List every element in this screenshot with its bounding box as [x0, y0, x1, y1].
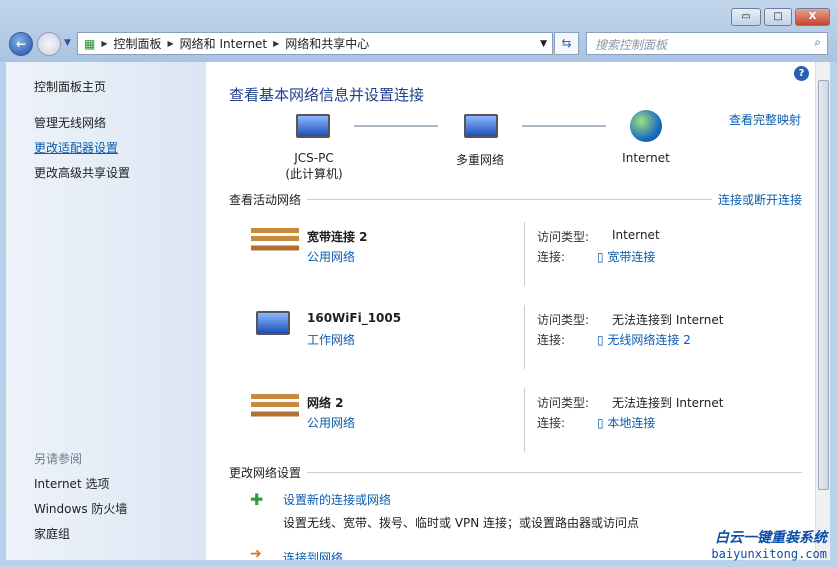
help-icon[interactable]: ? [794, 66, 809, 81]
network-name: 网络 2 [307, 396, 344, 410]
divider [524, 388, 525, 452]
network-type-link[interactable]: 工作网络 [307, 331, 355, 348]
access-type-value: 无法连接到 Internet [612, 313, 724, 327]
search-icon[interactable]: ⌕ [814, 35, 821, 50]
maximize-button[interactable]: □ [764, 8, 792, 26]
connection-label: 连接: [537, 250, 566, 264]
network-row: 网络 2 公用网络 访问类型: 无法连接到 Internet 连接: ▯ 本地连… [206, 388, 815, 458]
multiple-networks-icon [464, 114, 498, 138]
divider [524, 305, 525, 369]
network-type-link[interactable]: 公用网络 [307, 414, 355, 431]
map-pc-label: JCS-PC (此计算机) [285, 151, 343, 181]
see-also-homegroup[interactable]: 家庭组 [34, 525, 70, 542]
network-name: 160WiFi_1005 [307, 311, 402, 325]
connection-line [354, 125, 438, 127]
close-button[interactable]: X [795, 8, 830, 26]
access-type-value: Internet [612, 228, 660, 242]
connect-disconnect-link[interactable]: 连接或断开连接 [718, 191, 802, 208]
recent-pages-dropdown[interactable]: ▼ [64, 38, 71, 48]
access-type-label: 访问类型: [537, 313, 590, 327]
map-middle-label: 多重网络 [455, 153, 504, 167]
sidebar-home[interactable]: 控制面板主页 [34, 78, 106, 95]
computer-icon [296, 114, 330, 138]
connection-link[interactable]: ▯ 本地连接 [597, 414, 655, 431]
globe-icon [630, 110, 662, 142]
setup-connection-desc: 设置无线、宽带、拨号、临时或 VPN 连接；或设置路由器或访问点 [283, 516, 640, 530]
main-panel: ? 查看基本网络信息并设置连接 查看完整映射 JCS-PC (此计算机) 多重网络… [206, 62, 815, 565]
network-row: 160WiFi_1005 工作网络 访问类型: 无法连接到 Internet 连… [206, 305, 815, 375]
network-type-link[interactable]: 公用网络 [307, 248, 355, 265]
forward-button[interactable] [37, 32, 61, 56]
access-type-value: 无法连接到 Internet [612, 396, 724, 410]
public-network-icon [251, 394, 299, 426]
breadcrumb-item[interactable]: 控制面板 [114, 35, 162, 52]
refresh-button[interactable]: ⇆ [554, 32, 579, 55]
back-button[interactable]: ← [9, 32, 33, 56]
page-title: 查看基本网络信息并设置连接 [229, 86, 425, 104]
access-type-label: 访问类型: [537, 396, 590, 410]
see-also-firewall[interactable]: Windows 防火墙 [34, 500, 127, 517]
search-placeholder: 搜索控制面板 [595, 38, 668, 52]
connection-link[interactable]: ▯ 无线网络连接 2 [597, 331, 691, 348]
map-internet-label: Internet [622, 151, 670, 165]
new-connection-icon: ✚ [250, 490, 264, 509]
connection-label: 连接: [537, 416, 566, 430]
chevron-right-icon: ▶ [167, 39, 174, 48]
minimize-button[interactable]: ▭ [731, 8, 761, 26]
scrollbar-thumb[interactable] [818, 80, 829, 490]
sidebar: 控制面板主页 管理无线网络 更改适配器设置 更改高级共享设置 另请参阅 Inte… [6, 62, 206, 560]
access-type-label: 访问类型: [537, 230, 590, 244]
network-name: 宽带连接 2 [307, 230, 368, 244]
public-network-icon [251, 228, 299, 260]
sidebar-item-wireless[interactable]: 管理无线网络 [34, 114, 106, 131]
control-panel-icon: ▦ [84, 36, 96, 51]
breadcrumb-item[interactable]: 网络和共享中心 [285, 35, 369, 52]
full-map-link[interactable]: 查看完整映射 [729, 111, 801, 128]
breadcrumb-item[interactable]: 网络和 Internet [180, 35, 267, 52]
watermark: 白云一键重装系统 baiyunxitong.com [711, 530, 827, 561]
scrollbar[interactable] [815, 62, 830, 560]
see-also-heading: 另请参阅 [34, 452, 83, 466]
search-input[interactable]: 搜索控制面板 ⌕ [586, 32, 828, 55]
divider [524, 222, 525, 286]
connection-label: 连接: [537, 333, 566, 347]
work-network-icon [256, 311, 290, 335]
address-bar[interactable]: ▦ ▶ 控制面板 ▶ 网络和 Internet ▶ 网络和共享中心 ▼ [77, 32, 553, 55]
setup-connection-link[interactable]: 设置新的连接或网络 [283, 491, 391, 508]
window-border [0, 560, 837, 567]
sidebar-item-adapter[interactable]: 更改适配器设置 [34, 139, 118, 156]
chevron-right-icon: ▶ [101, 39, 108, 48]
active-networks-header: 查看活动网络 连接或断开连接 [229, 191, 802, 208]
address-dropdown-icon[interactable]: ▼ [540, 39, 547, 49]
change-settings-header: 更改网络设置 [229, 464, 802, 481]
connection-line [522, 125, 606, 127]
connection-link[interactable]: ▯ 宽带连接 [597, 248, 655, 265]
chevron-right-icon: ▶ [273, 39, 280, 48]
network-row: 宽带连接 2 公用网络 访问类型: Internet 连接: ▯ 宽带连接 [206, 222, 815, 292]
see-also-internet-options[interactable]: Internet 选项 [34, 475, 109, 492]
title-bar: ▭ □ X ← ▼ ▦ ▶ 控制面板 ▶ 网络和 Internet ▶ 网络和共… [0, 0, 837, 62]
sidebar-item-sharing[interactable]: 更改高级共享设置 [34, 164, 130, 181]
